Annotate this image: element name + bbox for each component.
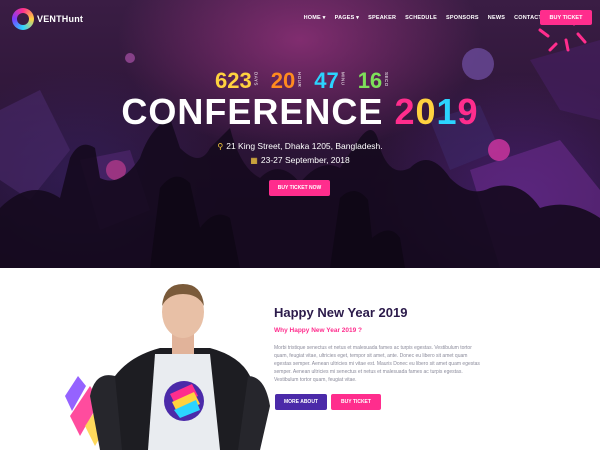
- nav-item-sponsors[interactable]: SPONSORS: [446, 15, 479, 21]
- countdown-minutes: 47 MINU: [314, 70, 345, 92]
- countdown-hours-value: 20: [270, 68, 296, 93]
- brand-logo[interactable]: VENTHunt: [12, 8, 83, 30]
- about-buy-ticket-button[interactable]: BUY TICKET: [331, 394, 381, 410]
- buy-ticket-now-button[interactable]: BUY TICKET NOW: [269, 180, 330, 196]
- hero-title: CONFERENCE 2019: [0, 92, 600, 132]
- countdown-minutes-value: 47: [314, 68, 339, 93]
- countdown-seconds-value: 16: [357, 68, 383, 93]
- countdown-days: 623 DAYS: [215, 70, 259, 92]
- year-digit: 2: [394, 91, 416, 132]
- nav-item-news[interactable]: NEWS: [488, 15, 505, 21]
- countdown-timer: 623 DAYS 20 HOUR 47 MINU 16 SECO: [215, 70, 389, 92]
- speaker-photo: [65, 284, 270, 450]
- countdown-hours: 20 HOUR: [271, 70, 302, 92]
- event-location: ⚲ 21 King Street, Dhaka 1205, Bangladesh.: [0, 141, 600, 151]
- about-title: Happy New Year 2019: [274, 305, 408, 320]
- countdown-hours-label: HOUR: [297, 72, 303, 88]
- event-dates: ▦ 23-27 September, 2018: [0, 155, 600, 165]
- event-location-text: 21 King Street, Dhaka 1205, Bangladesh.: [226, 141, 383, 151]
- year-digit: 0: [415, 91, 437, 132]
- nav-item-home[interactable]: HOME ▾: [304, 15, 326, 21]
- hero-title-word: CONFERENCE: [121, 91, 384, 132]
- countdown-days-label: DAYS: [253, 72, 259, 86]
- countdown-seconds: 16 SECO: [358, 70, 389, 92]
- logo-icon: [12, 8, 34, 30]
- year-digit: 1: [436, 91, 458, 132]
- about-body: Morbi tristique senectus et netus et mal…: [274, 345, 480, 383]
- main-nav: HOME ▾ PAGES ▾ SPEAKER SCHEDULE SPONSORS…: [304, 15, 542, 21]
- more-about-button[interactable]: MORE ABOUT: [275, 394, 327, 410]
- year-digit: 9: [457, 91, 479, 132]
- nav-buy-ticket-button[interactable]: BUY TICKET: [540, 10, 592, 25]
- logo-text: VENTHunt: [37, 14, 84, 24]
- nav-item-schedule[interactable]: SCHEDULE: [405, 15, 437, 21]
- calendar-icon: ▦: [250, 156, 258, 165]
- countdown-seconds-label: SECO: [384, 72, 390, 87]
- about-subtitle: Why Happy New Year 2019 ?: [274, 327, 363, 334]
- hero-banner: VENTHunt HOME ▾ PAGES ▾ SPEAKER SCHEDULE…: [0, 0, 600, 268]
- nav-item-pages[interactable]: PAGES ▾: [335, 15, 360, 21]
- map-pin-icon: ⚲: [217, 142, 224, 151]
- nav-item-contact[interactable]: CONTACT: [514, 15, 542, 21]
- countdown-days-value: 623: [215, 68, 252, 93]
- nav-item-speaker[interactable]: SPEAKER: [368, 15, 396, 21]
- hero-title-year: 2019: [394, 91, 478, 132]
- bubble-decoration: [462, 48, 494, 80]
- countdown-minutes-label: MINU: [340, 72, 346, 86]
- event-dates-text: 23-27 September, 2018: [260, 155, 350, 165]
